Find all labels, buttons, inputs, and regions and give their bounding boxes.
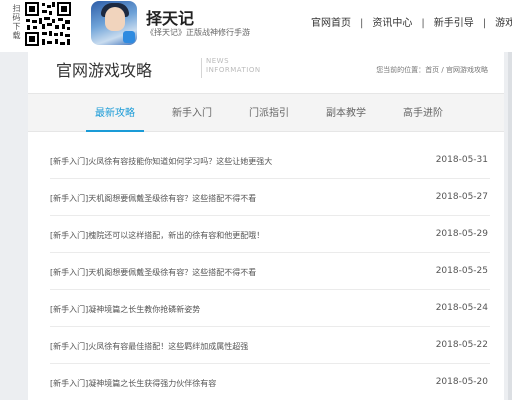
title-en-line-1: NEWS [206,57,230,65]
breadcrumb-home[interactable]: 首页 [425,66,439,74]
article-title[interactable]: [新手入门]火凤徐有容技能你知道如何学习吗？这些让她更强大 [50,156,272,167]
qr-code-icon[interactable] [24,1,72,47]
article-date: 2018-05-29 [435,229,488,239]
title-divider [201,58,202,78]
qr-download-label: 扫码下载 [12,4,21,40]
article-title[interactable]: [新手入门]凝神境篇之长生教你抢磷新姿势 [50,304,200,315]
title-en-line-2: INFORMATION [206,66,261,74]
article-title[interactable]: [新手入门]凝神境篇之长生获得强力伙伴徐有容 [50,378,216,389]
breadcrumb-prefix: 您当前的位置： [376,66,426,74]
right-edge-strip [508,52,512,400]
tab-beginner[interactable]: 新手入门 [163,94,221,132]
title-en: NEWS INFORMATION [206,57,261,75]
breadcrumb-current: 官网游戏攻略 [446,66,488,74]
tab-bar: 最新攻略 新手入门 门派指引 副本教学 高手进阶 [28,94,504,132]
tab-sect[interactable]: 门派指引 [240,94,298,132]
article-date: 2018-05-27 [435,192,488,202]
list-item[interactable]: [新手入门]火凤徐有容技能你知道如何学习吗？这些让她更强大 2018-05-31 [50,142,490,179]
article-date: 2018-05-25 [435,266,488,276]
list-item[interactable]: [新手入门]凝神境篇之长生获得强力伙伴徐有容 2018-05-20 [50,364,490,400]
site-header: 扫码下载 择天记 《择天记》正版战神修行手游 官网首页 | 资讯中心 | 新手引导 | 游戏 [0,0,512,52]
tab-advanced[interactable]: 高手进阶 [394,94,452,132]
list-item[interactable]: [新手入门]天机阁想要佩戴圣级徐有容？这些搭配不得不看 2018-05-25 [50,253,490,290]
page-title: 官网游戏攻略 [56,61,153,80]
title-bar: 官网游戏攻略 NEWS INFORMATION 您当前的位置：首页 / 官网游戏… [28,52,504,94]
app-icon[interactable] [91,1,137,45]
article-date: 2018-05-31 [435,155,488,165]
nav-separator: | [421,18,425,29]
top-nav: 官网首页 | 资讯中心 | 新手引导 | 游戏 [311,14,512,29]
article-title[interactable]: [新手入门]火凤徐有容最佳搭配！这些羁绊加成属性超强 [50,341,248,352]
breadcrumb: 您当前的位置：首页 / 官网游戏攻略 [376,65,488,75]
list-item[interactable]: [新手入门]火凤徐有容最佳搭配！这些羁绊加成属性超强 2018-05-22 [50,327,490,364]
nav-guide[interactable]: 新手引导 [434,18,474,29]
article-title[interactable]: [新手入门]天机阁想要佩戴圣级徐有容？这些搭配不得不看 [50,267,256,278]
tab-dungeon[interactable]: 副本教学 [317,94,375,132]
nav-separator: | [360,18,364,29]
breadcrumb-separator: / [439,66,446,74]
article-date: 2018-05-24 [435,303,488,313]
nav-news[interactable]: 资讯中心 [372,18,412,29]
nav-game[interactable]: 游戏 [495,18,512,29]
app-description: 《择天记》正版战神修行手游 [146,28,250,37]
article-title[interactable]: [新手入门]天机阁想要佩戴圣级徐有容？这些搭配不得不看 [50,193,256,204]
tab-latest[interactable]: 最新攻略 [86,94,144,132]
content-panel: 官网游戏攻略 NEWS INFORMATION 您当前的位置：首页 / 官网游戏… [28,52,504,400]
app-icon-badge [123,31,135,43]
article-list: [新手入门]火凤徐有容技能你知道如何学习吗？这些让她更强大 2018-05-31 … [50,142,490,400]
app-icon-face [105,7,125,31]
list-item[interactable]: [新手入门]天机阁想要佩戴圣级徐有容？这些搭配不得不看 2018-05-27 [50,179,490,216]
article-date: 2018-05-20 [435,377,488,387]
list-item[interactable]: [新手入门]凝神境篇之长生教你抢磷新姿势 2018-05-24 [50,290,490,327]
list-item[interactable]: [新手入门]槐院还可以这样搭配，新出的徐有容和他更配哦！ 2018-05-29 [50,216,490,253]
nav-separator: | [482,18,487,29]
article-date: 2018-05-22 [435,340,488,350]
app-name: 择天记 [146,9,195,28]
nav-home[interactable]: 官网首页 [311,18,351,29]
article-title[interactable]: [新手入门]槐院还可以这样搭配，新出的徐有容和他更配哦！ [50,230,264,241]
